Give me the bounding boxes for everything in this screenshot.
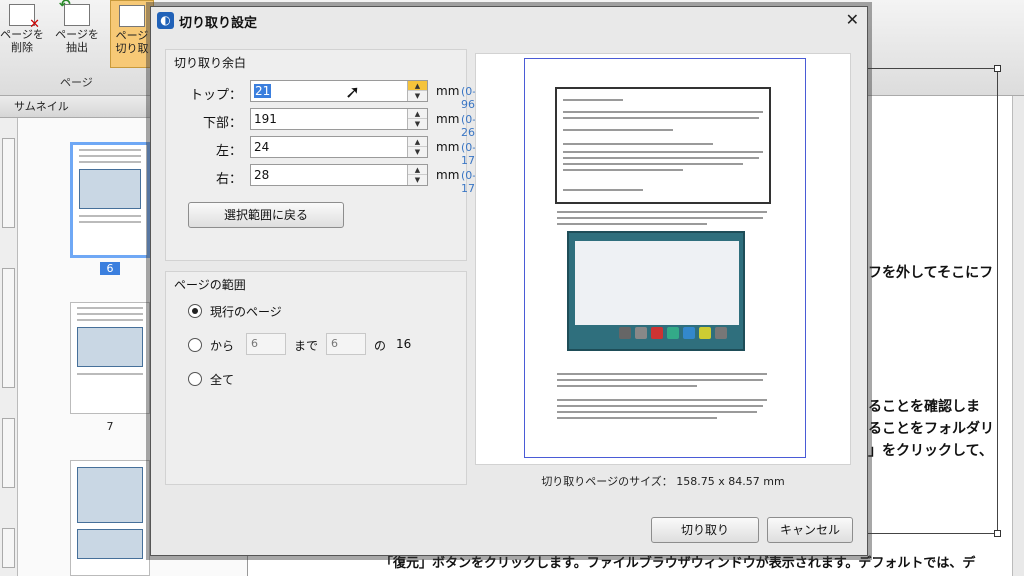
crop-ok-button[interactable]: 切り取り (651, 517, 759, 543)
revert-to-selection-button[interactable]: 選択範囲に戻る (188, 202, 344, 228)
thumbnail-number-7: 7 (106, 420, 114, 433)
bottom-margin-unit: mm (436, 112, 460, 126)
preview-page (524, 58, 806, 458)
crop-margin-group: 切り取り余白 トップ： 21 ▲▼ mm (0-96) 下部： ▲▼ mm (0… (165, 49, 486, 261)
left-margin-decrement[interactable]: ▼ (408, 147, 427, 157)
vertical-tabs (0, 118, 18, 576)
thumbnail-number-6: 6 (100, 262, 120, 275)
from-label: から (210, 339, 235, 353)
right-margin-unit: mm (436, 168, 460, 182)
top-margin-label: トップ： (189, 88, 242, 103)
cancel-button[interactable]: キャンセル (767, 517, 853, 543)
dialog-titlebar[interactable]: ◐ 切り取り設定 ✕ (151, 7, 867, 33)
page-thumbnail-6[interactable] (70, 142, 150, 258)
page-thumbnail-7[interactable] (70, 302, 150, 414)
crop-preview (475, 53, 851, 465)
top-margin-decrement[interactable]: ▼ (408, 91, 427, 101)
page-range-group-title: ページの範囲 (174, 278, 246, 292)
of-label: の (374, 339, 387, 353)
page-range-radio[interactable] (188, 338, 202, 352)
left-margin-unit: mm (436, 140, 460, 154)
bottom-margin-field[interactable]: ▲▼ (250, 108, 428, 130)
top-margin-field[interactable]: 21 ▲ ▼ (250, 80, 428, 102)
all-pages-radio[interactable] (188, 372, 202, 386)
to-page-field[interactable]: 6 (326, 333, 366, 355)
left-margin-field[interactable]: ▲▼ (250, 136, 428, 158)
all-pages-label: 全て (210, 373, 235, 387)
preview-screenshot (567, 231, 745, 351)
delete-page-icon (9, 4, 40, 31)
from-page-field[interactable]: 6 (246, 333, 286, 355)
document-text-line: 」をクリックして、 (868, 443, 993, 459)
left-margin-increment[interactable]: ▲ (408, 137, 427, 147)
current-page-label: 現行のページ (210, 305, 282, 319)
crop-settings-dialog: ◐ 切り取り設定 ✕ 切り取り余白 トップ： 21 ▲ ▼ mm (0-96) 下… (150, 6, 868, 556)
vertical-tab-3[interactable] (2, 418, 15, 488)
right-margin-label: 右： (215, 172, 242, 187)
extract-page-icon (59, 0, 90, 26)
crop-size-label: 切り取りページのサイズ： 158.75 x 84.57 mm (541, 475, 785, 488)
left-margin-label: 左： (215, 144, 242, 159)
bottom-margin-decrement[interactable]: ▼ (408, 119, 427, 129)
top-margin-input[interactable] (251, 81, 407, 101)
extract-page-button[interactable]: ページを 抽出 (50, 0, 104, 68)
close-icon[interactable]: ✕ (846, 10, 859, 29)
top-margin-unit: mm (436, 84, 460, 98)
crop-handle-bottom-right[interactable] (994, 530, 1001, 537)
crop-page-button[interactable]: ページ 切り取 (110, 0, 154, 68)
right-margin-increment[interactable]: ▲ (408, 165, 427, 175)
to-label: まで (294, 339, 319, 353)
vertical-tab-2[interactable] (2, 268, 15, 388)
page-range-group: ページの範囲 現行のページ から 6 まで 6 の 16 全て (165, 271, 467, 485)
crop-page-label: ページ 切り取 (115, 29, 149, 55)
right-margin-input[interactable] (251, 165, 407, 185)
document-text-line: フを外してそこにフ (868, 265, 994, 281)
bottom-margin-increment[interactable]: ▲ (408, 109, 427, 119)
preview-crop-box (555, 87, 771, 204)
bottom-margin-label: 下部： (202, 116, 242, 131)
vertical-tab-4[interactable] (2, 528, 15, 568)
vertical-tab-1[interactable] (2, 138, 15, 228)
total-pages: 16 (396, 337, 412, 351)
crop-margin-group-title: 切り取り余白 (174, 56, 247, 70)
delete-page-button[interactable]: ページを 削除 (0, 0, 44, 68)
crop-handle-top-right[interactable] (994, 65, 1001, 72)
document-text-line: ることをフォルダリ (868, 421, 994, 437)
left-margin-input[interactable] (251, 137, 407, 157)
dialog-title: 切り取り設定 (179, 16, 258, 31)
document-text-line: ることを確認しま (868, 399, 980, 415)
current-page-radio[interactable] (188, 304, 202, 318)
ribbon-group-label: ページ (60, 76, 93, 89)
bottom-margin-input[interactable] (251, 109, 407, 129)
crop-page-icon (119, 5, 145, 27)
right-margin-field[interactable]: ▲▼ (250, 164, 428, 186)
app-logo-icon: ◐ (157, 12, 174, 29)
right-margin-decrement[interactable]: ▼ (408, 175, 427, 185)
extract-page-label: ページを 抽出 (55, 28, 99, 54)
top-margin-value: 21 (254, 84, 272, 98)
page-thumbnail-8[interactable] (70, 460, 150, 576)
top-margin-increment[interactable]: ▲ (408, 81, 427, 91)
mouse-cursor-icon: ➚ (345, 82, 361, 103)
document-scrollbar[interactable] (1012, 96, 1024, 576)
